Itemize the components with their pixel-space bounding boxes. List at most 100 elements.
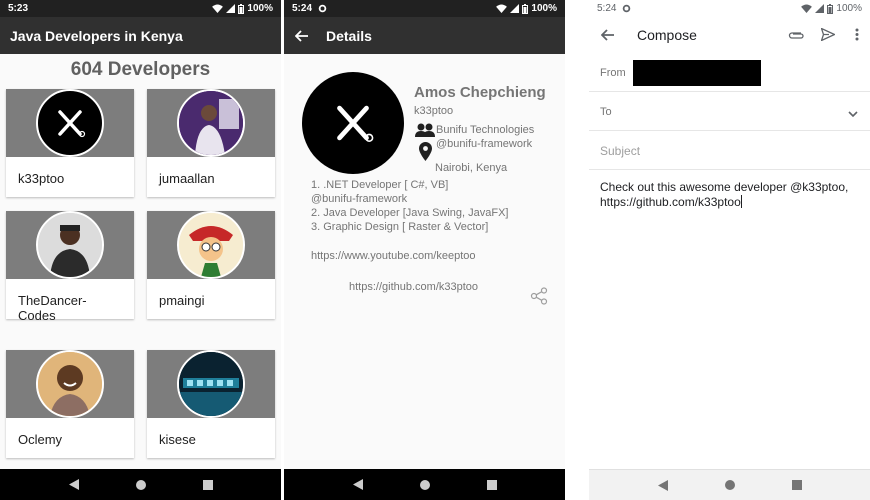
- settings-gear-icon: [318, 4, 327, 13]
- logo-icon: [58, 110, 86, 138]
- status-bar: 5:24 100%: [284, 0, 565, 17]
- nav-back-button[interactable]: [67, 478, 81, 492]
- cartoon-avatar-icon: [179, 213, 243, 277]
- developer-list-screen: 5:23 100% Java Developers in Kenya 604 D…: [0, 0, 281, 500]
- company-name: Bunifu Technologies: [436, 124, 535, 136]
- developer-card[interactable]: TheDancer-Codes: [6, 211, 134, 323]
- settings-gear-icon: [623, 4, 631, 13]
- developer-card[interactable]: k33ptoo: [6, 89, 134, 197]
- nav-home-button[interactable]: [723, 478, 737, 492]
- share-icon: [530, 287, 548, 305]
- system-nav-bar: [589, 469, 870, 500]
- wifi-icon: [496, 4, 508, 13]
- nav-home-button[interactable]: [134, 478, 148, 492]
- body-line: Check out this awesome developer @k33pto…: [600, 180, 849, 194]
- battery-icon: [522, 3, 529, 14]
- text-cursor: [740, 195, 742, 208]
- system-nav-bar: [284, 469, 565, 500]
- nav-recents-button[interactable]: [790, 478, 804, 492]
- person-photo-icon: [38, 352, 102, 416]
- avatar: [36, 211, 104, 279]
- skill-item: 3. Graphic Design [ Raster & Vector]: [311, 221, 489, 233]
- developer-name: jumaallan: [159, 171, 215, 186]
- attach-button[interactable]: [780, 30, 812, 40]
- logo-icon: [337, 105, 374, 143]
- system-nav-bar: [0, 469, 281, 500]
- battery-level: 100%: [836, 3, 862, 14]
- developer-card[interactable]: Oclemy: [6, 350, 134, 458]
- skill-item: 1. .NET Developer [ C#, VB]: [311, 179, 449, 191]
- battery-level: 100%: [531, 3, 557, 14]
- skill-item: 2. Java Developer [Java Swing, JavaFX]: [311, 207, 509, 219]
- redacted-sender: [633, 59, 761, 86]
- home-circle-icon: [135, 479, 146, 490]
- wifi-icon: [801, 4, 813, 13]
- more-options-button[interactable]: [844, 28, 870, 41]
- status-time: 5:23: [8, 3, 29, 14]
- signal-icon: [815, 4, 825, 13]
- avatar: [177, 350, 245, 418]
- compose-email-screen: 5:24 100% Compose From To Subject Check …: [589, 0, 870, 500]
- developer-card[interactable]: jumaallan: [147, 89, 275, 197]
- developer-card[interactable]: kisese: [147, 350, 275, 458]
- avatar: [36, 350, 104, 418]
- email-body[interactable]: Check out this awesome developer @k33pto…: [600, 180, 862, 210]
- arrow-left-icon: [295, 29, 308, 42]
- youtube-link[interactable]: https://www.youtube.com/keeptoo: [311, 250, 475, 262]
- profile-name: Amos Chepchieng: [414, 84, 546, 101]
- developer-card[interactable]: pmaingi: [147, 211, 275, 319]
- to-label: To: [600, 105, 612, 118]
- nav-back-button[interactable]: [351, 478, 365, 492]
- signal-icon: [226, 4, 236, 13]
- recents-square-icon: [791, 480, 802, 490]
- compose-title: Compose: [637, 26, 697, 43]
- recents-square-icon: [486, 479, 497, 490]
- from-label: From: [600, 66, 626, 79]
- app-title: Java Developers in Kenya: [10, 27, 183, 44]
- developer-name: kisese: [159, 432, 196, 447]
- paperclip-icon: [788, 31, 804, 39]
- developer-name: Oclemy: [18, 432, 63, 447]
- to-field[interactable]: To: [589, 93, 870, 131]
- nav-recents-button[interactable]: [485, 478, 499, 492]
- from-field[interactable]: From: [589, 54, 870, 92]
- status-bar: 5:24 100%: [589, 0, 870, 17]
- developer-name: pmaingi: [159, 293, 205, 308]
- nav-recents-button[interactable]: [201, 478, 215, 492]
- company-handle: @bunifu-framework: [436, 138, 533, 150]
- skills-list: 1. .NET Developer [ C#, VB] @bunifu-fram…: [311, 178, 508, 234]
- avatar: [177, 89, 245, 157]
- app-bar: Java Developers in Kenya: [0, 17, 281, 54]
- subject-placeholder: Subject: [600, 143, 641, 158]
- github-link[interactable]: https://github.com/k33ptoo: [349, 281, 478, 293]
- profile-avatar: [302, 72, 404, 174]
- status-time: 5:24: [292, 3, 313, 14]
- recents-square-icon: [202, 479, 213, 490]
- send-icon: [821, 28, 835, 41]
- battery-icon: [238, 3, 245, 14]
- wifi-icon: [212, 4, 224, 13]
- home-circle-icon: [419, 479, 430, 490]
- avatar: [177, 211, 245, 279]
- location-text: Nairobi, Kenya: [435, 162, 508, 174]
- subject-field[interactable]: Subject: [589, 132, 870, 170]
- back-button[interactable]: [284, 29, 320, 42]
- send-button[interactable]: [812, 28, 844, 41]
- developer-name: TheDancer-Codes: [18, 293, 87, 323]
- divider: [565, 0, 589, 500]
- nav-back-button[interactable]: [656, 478, 670, 492]
- back-button[interactable]: [589, 28, 627, 41]
- developer-name: k33ptoo: [18, 171, 65, 186]
- app-title: Details: [326, 27, 372, 44]
- expand-recipients-button[interactable]: [848, 105, 858, 123]
- location-pin-icon: [418, 142, 432, 161]
- developer-detail-screen: 5:24 100% Details Amos Chepchieng k33pto…: [284, 0, 565, 500]
- home-circle-icon: [724, 480, 735, 490]
- battery-level: 100%: [247, 3, 273, 14]
- share-button[interactable]: [530, 287, 548, 310]
- person-photo-icon: [38, 213, 102, 277]
- body-line: https://github.com/k33ptoo: [600, 195, 741, 209]
- nav-home-button[interactable]: [418, 478, 432, 492]
- signal-icon: [510, 4, 520, 13]
- screenshot-collage: 5:23 100% Java Developers in Kenya 604 D…: [0, 0, 870, 500]
